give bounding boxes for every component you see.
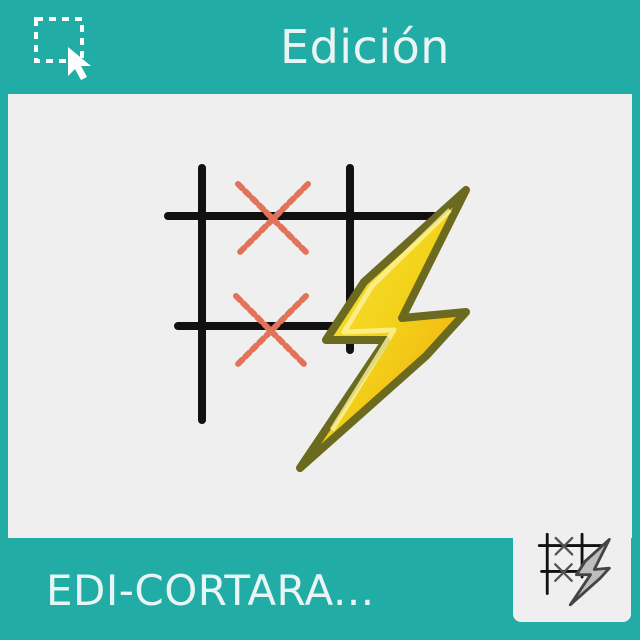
ladder-cut-lightning-icon — [150, 160, 490, 480]
tool-label: EDI-CORTARA... — [46, 566, 375, 615]
category-title-wrap: Edición — [240, 14, 500, 80]
ladder-cut-lightning-thumbnail-icon[interactable] — [513, 522, 631, 622]
category-title: Edición — [280, 20, 450, 74]
tool-tile[interactable]: Edición EDI-CORTARA... — [0, 0, 640, 640]
tile-header: Edición — [0, 0, 640, 92]
selection-cursor-icon[interactable] — [28, 14, 100, 80]
